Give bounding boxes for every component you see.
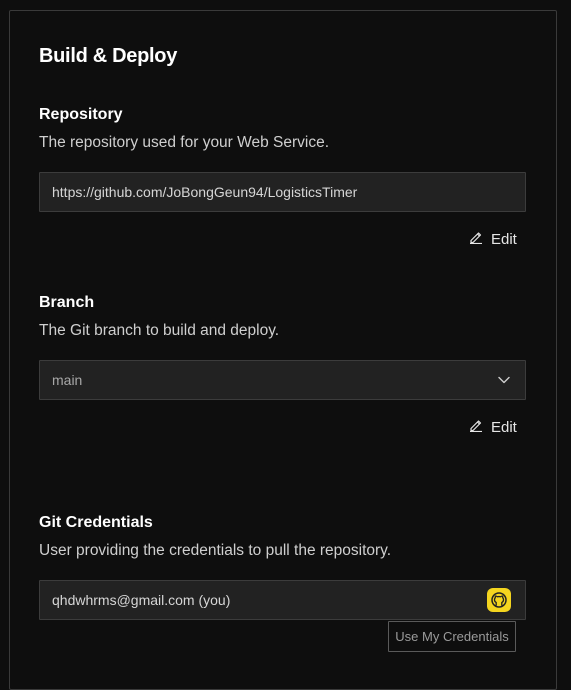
repository-field[interactable]: [39, 172, 526, 212]
repository-input[interactable]: [52, 184, 525, 200]
branch-edit-button[interactable]: Edit: [469, 418, 517, 436]
use-my-credentials-button[interactable]: Use My Credentials: [388, 621, 516, 652]
credentials-description: User providing the credentials to pull t…: [39, 542, 392, 559]
credentials-field[interactable]: qhdwhrms@gmail.com (you): [39, 580, 526, 620]
branch-edit-label: Edit: [491, 418, 517, 436]
repository-edit-label: Edit: [491, 230, 517, 248]
branch-selected-value: main: [52, 372, 83, 388]
build-deploy-panel: Build & Deploy Repository The repository…: [9, 10, 557, 690]
branch-title: Branch: [39, 294, 95, 311]
repository-title: Repository: [39, 106, 123, 123]
page-title: Build & Deploy: [39, 45, 178, 67]
credentials-value: qhdwhrms@gmail.com (you): [52, 592, 231, 608]
repository-description: The repository used for your Web Service…: [39, 134, 330, 151]
credentials-title: Git Credentials: [39, 514, 153, 531]
pencil-icon: [469, 418, 483, 436]
github-avatar-icon: [487, 588, 511, 612]
branch-description: The Git branch to build and deploy.: [39, 322, 280, 339]
repository-edit-button[interactable]: Edit: [469, 230, 517, 248]
branch-select[interactable]: main: [39, 360, 526, 400]
chevron-down-icon: [489, 376, 519, 384]
pencil-icon: [469, 230, 483, 248]
